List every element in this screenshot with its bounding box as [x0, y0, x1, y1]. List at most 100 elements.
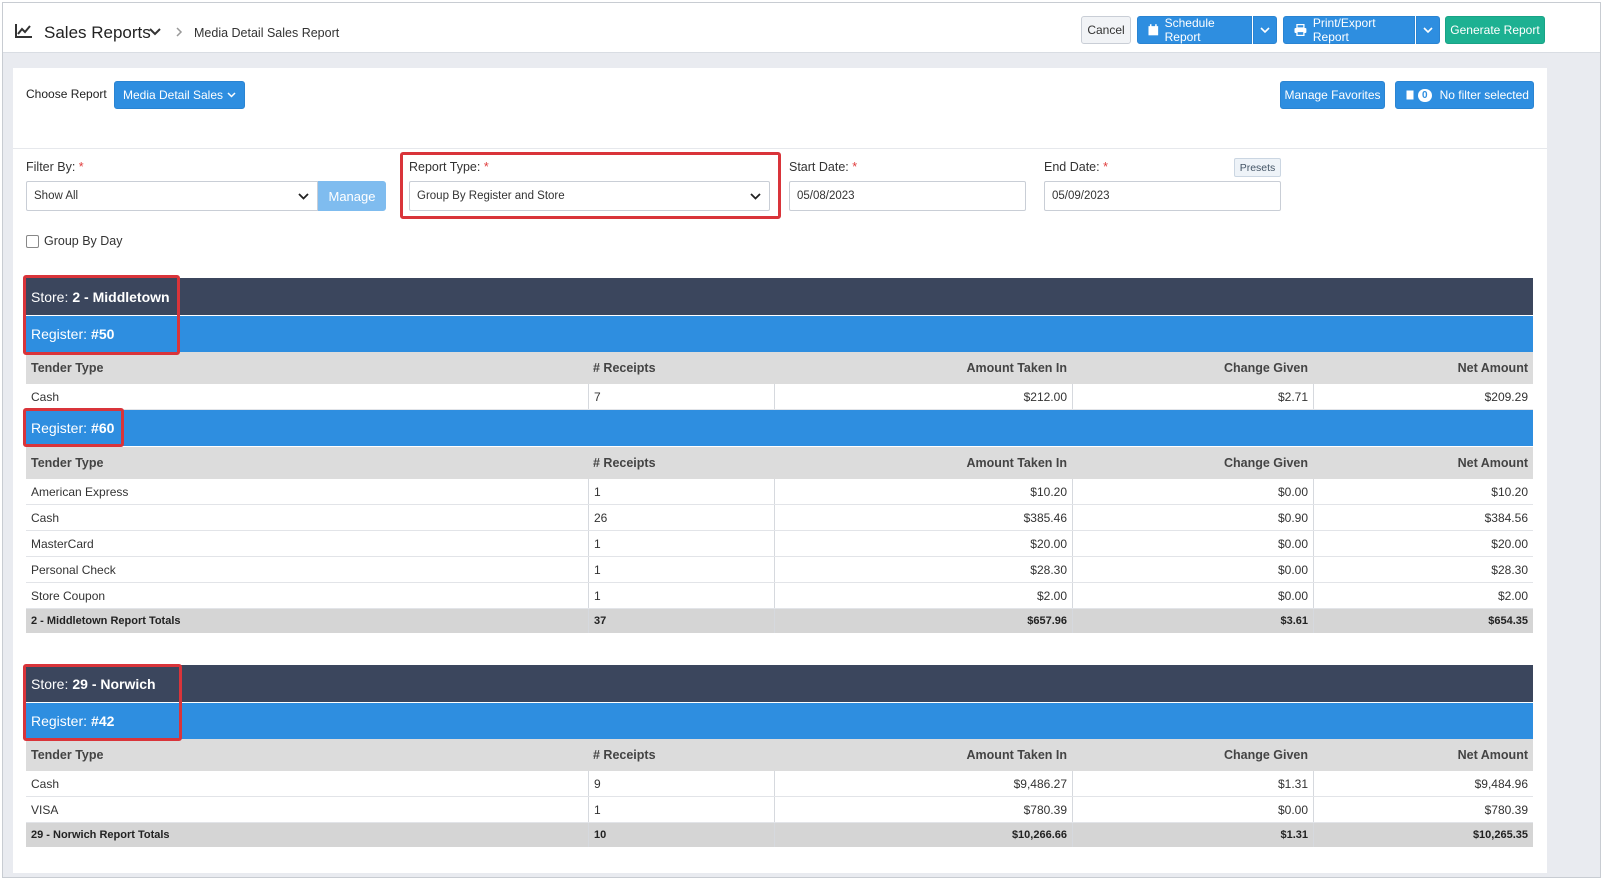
register-label: Register: [31, 420, 88, 436]
store-header: Store: 2 - Middletown [26, 278, 1533, 315]
cell-receipts: 1 [588, 531, 774, 556]
col-net-amount[interactable]: Net Amount [1313, 447, 1533, 479]
report-type-select[interactable]: Group By Register and Store [409, 181, 770, 211]
generate-label: Generate Report [1450, 23, 1540, 37]
col-net-amount[interactable]: Net Amount [1313, 352, 1533, 384]
cell-amount: $9,486.27 [774, 771, 1072, 796]
divider [13, 148, 1547, 149]
page-title[interactable]: Sales Reports [44, 23, 151, 43]
cell-receipts: 1 [588, 583, 774, 608]
cell-amount: $2.00 [774, 583, 1072, 608]
favorites-label: Manage Favorites [1284, 88, 1381, 102]
manage-favorites-button[interactable]: Manage Favorites [1280, 81, 1385, 109]
col-tender-type[interactable]: Tender Type [26, 352, 588, 384]
filter-by-select[interactable]: Show All [26, 181, 318, 211]
end-date-input[interactable]: 05/09/2023 [1044, 181, 1281, 211]
cell-net: $384.56 [1313, 505, 1533, 530]
end-date-text: End Date: [1044, 160, 1100, 174]
total-label: 29 - Norwich Report Totals [31, 829, 170, 841]
filter-count-badge: 0 [1418, 88, 1432, 102]
store-label: Store: [31, 675, 69, 692]
cell-amount: $212.00 [774, 384, 1072, 409]
line-chart-icon [15, 24, 32, 38]
total-receipts: 10 [588, 823, 774, 847]
cell-change: $0.00 [1072, 583, 1313, 608]
cell-change: $2.71 [1072, 384, 1313, 409]
presets-button[interactable]: Presets [1234, 158, 1281, 177]
breadcrumb: Media Detail Sales Report [194, 26, 340, 40]
cell-net: $20.00 [1313, 531, 1533, 556]
filter-by-label: Filter By: * [26, 160, 84, 174]
table-row: MasterCard 1 $20.00 $0.00 $20.00 [26, 531, 1533, 557]
choose-report-button[interactable]: Media Detail Sales [114, 81, 245, 109]
col-change-given[interactable]: Change Given [1072, 739, 1313, 771]
total-change: $1.31 [1072, 823, 1313, 847]
cell-tender: Cash [31, 389, 60, 404]
cell-tender: Store Coupon [31, 588, 106, 603]
store-label: Store: [31, 288, 69, 305]
cell-receipts: 26 [588, 505, 774, 530]
total-change: $3.61 [1072, 609, 1313, 633]
col-amount-taken-in[interactable]: Amount Taken In [774, 352, 1072, 384]
schedule-report-button[interactable]: Schedule Report [1137, 16, 1252, 44]
cell-amount: $20.00 [774, 531, 1072, 556]
col-receipts[interactable]: # Receipts [588, 352, 774, 384]
generate-report-button[interactable]: Generate Report [1445, 16, 1545, 44]
cell-receipts: 9 [588, 771, 774, 796]
register-name: #60 [91, 420, 115, 436]
cell-receipts: 1 [588, 797, 774, 822]
chevron-right-icon [176, 27, 183, 37]
table-row: Cash 7 $212.00 $2.71 $209.29 [26, 384, 1533, 410]
cell-change: $0.00 [1072, 479, 1313, 504]
store-name: 29 - Norwich [72, 675, 156, 692]
chevron-down-icon [1260, 26, 1270, 33]
schedule-dropdown-button[interactable] [1253, 16, 1277, 44]
col-net-amount[interactable]: Net Amount [1313, 739, 1533, 771]
cell-change: $0.90 [1072, 505, 1313, 530]
cancel-button[interactable]: Cancel [1081, 16, 1131, 44]
col-tender-type[interactable]: Tender Type [26, 447, 588, 479]
col-amount-taken-in[interactable]: Amount Taken In [774, 739, 1072, 771]
totals-row: 2 - Middletown Report Totals 37 $657.96 … [26, 609, 1533, 633]
group-by-day-label: Group By Day [44, 234, 123, 248]
cell-amount: $385.46 [774, 505, 1072, 530]
col-change-given[interactable]: Change Given [1072, 447, 1313, 479]
col-receipts[interactable]: # Receipts [588, 739, 774, 771]
cell-net: $9,484.96 [1313, 771, 1533, 796]
required-mark: * [852, 160, 858, 174]
group-by-day-checkbox[interactable] [26, 235, 39, 248]
col-tender-type[interactable]: Tender Type [26, 739, 588, 771]
required-mark: * [1103, 160, 1108, 174]
table-row: Store Coupon 1 $2.00 $0.00 $2.00 [26, 583, 1533, 609]
cell-net: $10.20 [1313, 479, 1533, 504]
document-icon [1406, 90, 1414, 100]
schedule-label: Schedule Report [1164, 16, 1215, 44]
total-label: 2 - Middletown Report Totals [31, 615, 181, 627]
chevron-down-icon [298, 193, 309, 200]
register-header: Register: #50 [26, 316, 1533, 352]
register-header: Register: #60 [26, 410, 1533, 446]
chevron-down-icon[interactable] [149, 28, 161, 36]
table-header-row: Tender Type # Receipts Amount Taken In C… [26, 739, 1533, 771]
cell-receipts: 1 [588, 557, 774, 582]
filter-selector-button[interactable]: 0 No filter selected [1395, 81, 1534, 109]
col-change-given[interactable]: Change Given [1072, 352, 1313, 384]
manage-filter-button[interactable]: Manage [318, 181, 386, 211]
chevron-down-icon [750, 193, 761, 200]
choose-report-value: Media Detail Sales [122, 88, 224, 102]
col-receipts[interactable]: # Receipts [588, 447, 774, 479]
cell-amount: $10.20 [774, 479, 1072, 504]
chevron-down-icon [1423, 26, 1433, 33]
print-export-button[interactable]: Print/Export Report [1283, 16, 1415, 44]
table-row: Personal Check 1 $28.30 $0.00 $28.30 [26, 557, 1533, 583]
cell-amount: $780.39 [774, 797, 1072, 822]
register-header: Register: #42 [26, 703, 1533, 739]
start-date-input[interactable]: 05/08/2023 [789, 181, 1026, 211]
col-amount-taken-in[interactable]: Amount Taken In [774, 447, 1072, 479]
printer-icon [1294, 24, 1307, 36]
print-dropdown-button[interactable] [1416, 16, 1440, 44]
table-row: VISA 1 $780.39 $0.00 $780.39 [26, 797, 1533, 823]
presets-label: Presets [1239, 161, 1276, 174]
cell-net: $780.39 [1313, 797, 1533, 822]
cell-change: $0.00 [1072, 531, 1313, 556]
